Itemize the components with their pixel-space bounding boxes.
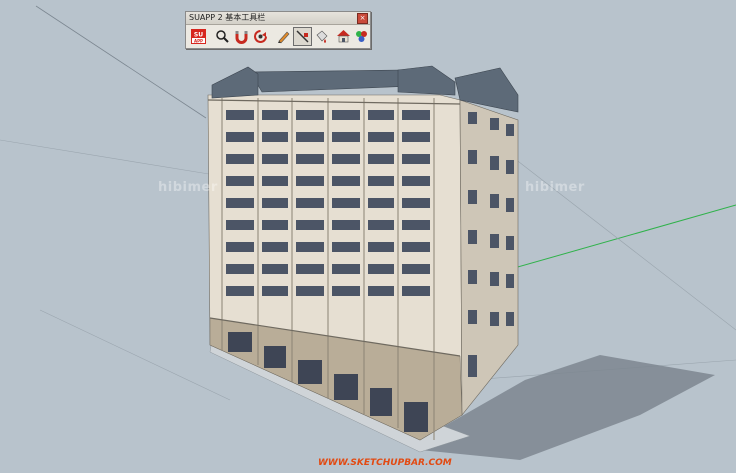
toolbar-titlebar[interactable]: SUAPP 2 基本工具栏 × [186,12,370,25]
magnify-button[interactable] [213,27,232,46]
components-icon [356,31,367,42]
pencil-button[interactable] [274,27,293,46]
svg-text:APP: APP [194,38,203,43]
watermark-left: hibimer [158,180,218,195]
guide-line-1 [0,139,216,176]
rotate-icon [254,30,267,43]
components-button[interactable] [352,27,371,46]
roof-left-tower [211,66,259,99]
guide-line-3 [39,309,231,401]
close-icon[interactable]: × [357,13,368,24]
house-icon [337,30,350,43]
roof-right-tower [397,65,456,96]
axis-line-blue [35,5,207,119]
magnify-icon [216,30,229,43]
suapp-logo-button[interactable]: SU APP [189,27,208,46]
suapp-logo-icon: SU APP [191,29,206,44]
house-button[interactable] [334,27,353,46]
magnet-button[interactable] [232,27,251,46]
rotate-button[interactable] [251,27,270,46]
model-viewport[interactable]: hibimer hibimer SUAPP 2 基本工具栏 × SU APP W… [0,0,736,473]
line-tool-icon [296,30,309,43]
suapp-toolbar[interactable]: SUAPP 2 基本工具栏 × SU APP [185,11,371,49]
pencil-icon [278,31,290,44]
magnet-icon [235,31,248,44]
site-url-label: WWW.SKETCHUPBAR.COM [318,458,452,468]
watermark-right: hibimer [525,180,585,195]
paint-button[interactable] [312,27,331,46]
toolbar-title: SUAPP 2 基本工具栏 [189,13,266,22]
line-tool-button[interactable] [293,27,312,46]
building-scene [0,5,736,460]
paint-icon [316,30,328,43]
